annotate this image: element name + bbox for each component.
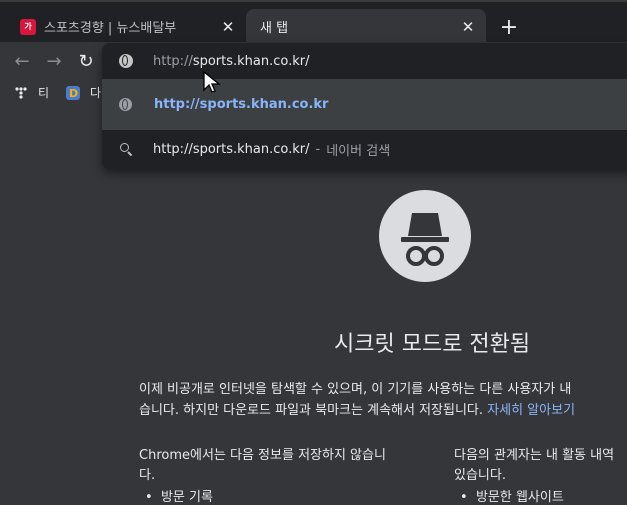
tab-title: 스포츠경향 | 뉴스배달부 <box>44 21 177 36</box>
search-icon <box>119 142 133 156</box>
tab-title: 새 탭 <box>260 21 289 36</box>
page-title: 시크릿 모드로 전환됨 <box>334 332 531 357</box>
suggestion-label: http://sports.khan.co.kr/ <box>153 141 310 157</box>
back-arrow-icon[interactable]: ← <box>11 50 33 72</box>
address-input[interactable]: http://sports.khan.co.kr/ <box>153 54 310 69</box>
list-item: • 방문한 웹사이트 <box>460 490 564 505</box>
close-icon[interactable]: ✕ <box>458 17 478 37</box>
bookmark-item[interactable]: D 다 <box>66 84 101 101</box>
svg-text:D: D <box>69 87 78 100</box>
learn-more-link[interactable]: 자세히 알아보기 <box>487 403 575 418</box>
incognito-icon <box>379 190 471 282</box>
suggestion-label: http://sports.khan.co.kr <box>154 97 329 112</box>
intro-line: 이제 비공개로 인터넷을 탐색할 수 있으며, 이 기기를 사용하는 다른 사용… <box>139 382 572 397</box>
suggestion-url[interactable]: http://sports.khan.co.kr <box>102 79 627 130</box>
globe-icon <box>119 98 132 111</box>
new-tab-button[interactable]: + <box>496 14 522 40</box>
d-logo-icon: D <box>66 85 80 100</box>
search-engine-label: 네이버 검색 <box>326 143 391 159</box>
intro-line: 습니다. 하지만 다운로드 파일과 북마크는 계속해서 저장됩니다. <box>139 403 484 418</box>
bookmark-label: 티 <box>38 86 50 100</box>
heading-line: 다음의 관계자는 내 활동 내역 <box>454 448 615 463</box>
dots-logo-icon <box>15 86 27 99</box>
bookmark-label: 다 <box>90 86 102 100</box>
forward-arrow-icon[interactable]: → <box>43 50 65 72</box>
reload-icon[interactable]: ↻ <box>75 50 97 72</box>
mouse-cursor-icon <box>203 71 221 93</box>
bookmark-item[interactable]: 티 <box>14 84 49 101</box>
suggestion-search[interactable]: http://sports.khan.co.kr/ - 네이버 검색 <box>102 130 627 168</box>
site-favicon: 가 <box>20 18 36 35</box>
heading-line: Chrome에서는 다음 정보를 저장하지 않습니 <box>139 448 386 463</box>
suggestion-separator: - <box>315 141 321 157</box>
heading-line: 있습니다. <box>454 468 506 483</box>
list-item: • 방문 기록 <box>145 490 213 505</box>
tab-new-tab[interactable]: 새 탭 ✕ <box>246 9 486 44</box>
not-saved-heading: Chrome에서는 다음 정보를 저장하지 않습니 다. <box>139 446 386 486</box>
intro-paragraph: 이제 비공개로 인터넷을 탐색할 수 있으며, 이 기기를 사용하는 다른 사용… <box>139 379 627 421</box>
tab-sports-khan[interactable]: 가 스포츠경향 | 뉴스배달부 ✕ <box>8 9 246 44</box>
globe-icon <box>119 54 133 68</box>
close-icon[interactable]: ✕ <box>218 17 238 37</box>
tab-strip: 가 스포츠경향 | 뉴스배달부 ✕ 새 탭 ✕ + <box>0 0 627 44</box>
visible-to-heading: 다음의 관계자는 내 활동 내역 있습니다. <box>454 446 614 486</box>
address-bar[interactable]: http://sports.khan.co.kr/ <box>102 43 627 79</box>
heading-line: 다. <box>139 468 156 483</box>
omnibox-popup: http://sports.khan.co.kr/ http://sports.… <box>102 43 627 169</box>
